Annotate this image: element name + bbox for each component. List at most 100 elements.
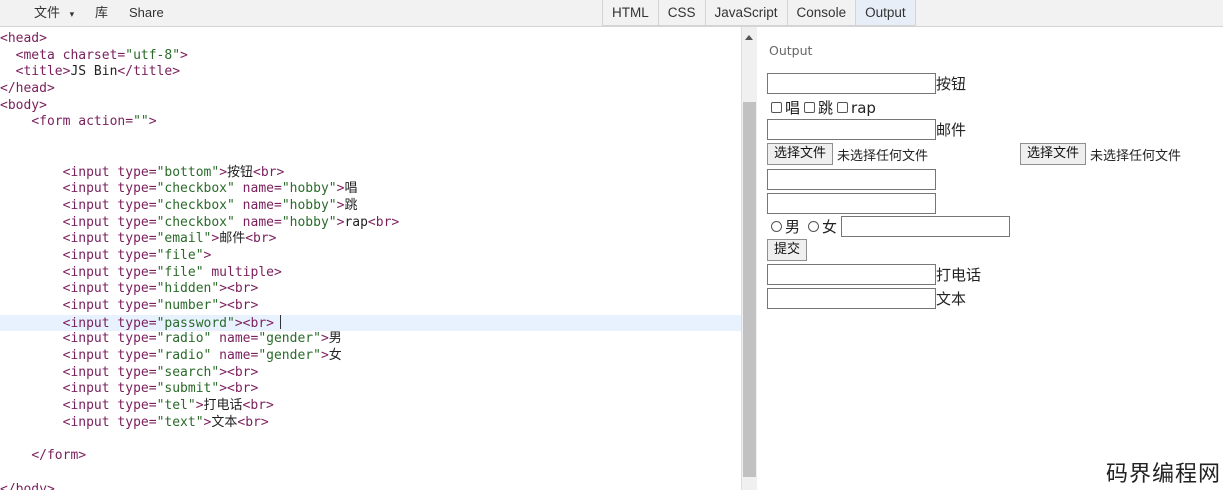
search-input[interactable] [841,216,1011,237]
code-line[interactable]: <input type="radio" name="gender">男 [0,331,741,348]
code-token: > [320,348,329,364]
code-token: <br> [227,298,259,313]
code-line[interactable]: <body> [0,98,741,115]
code-token: "file" [156,247,204,263]
code-line[interactable]: <form action=""> [0,114,741,131]
code-line[interactable]: <input type="checkbox" name="hobby">跳 [0,198,741,215]
email-field[interactable] [767,119,936,140]
tab-console[interactable]: Console [787,0,857,26]
code-token: 邮件 [219,231,246,247]
tel-field[interactable] [767,264,936,285]
email-row: 邮件 [767,119,966,140]
code-line[interactable]: <input type="text">文本<br> [0,415,741,432]
code-line[interactable]: <input type="hidden"><br> [0,281,741,298]
share-menu[interactable]: Share [129,0,164,26]
code-token: <br> [245,231,277,247]
code-line[interactable]: <input type="bottom">按钮<br> [0,165,741,182]
text-field[interactable] [767,288,936,309]
submit-row: 提交 [767,239,808,261]
code-line[interactable]: <input type="radio" name="gender">女 [0,348,741,365]
choose-file-button[interactable]: 选择文件 [767,143,834,165]
code-token: "checkbox" [156,197,235,213]
library-menu[interactable]: 库 [95,0,108,26]
checkbox-jump[interactable] [804,102,816,113]
submit-button[interactable]: 提交 [767,239,808,261]
checkbox-rap[interactable] [837,102,849,113]
code-line[interactable]: <head> [0,31,741,48]
toolbar: 文件 ▾ 库 Share HTML CSS JavaScript Console… [0,0,1223,27]
file-menu[interactable]: 文件 ▾ [34,0,74,26]
tab-html[interactable]: HTML [602,0,659,26]
code-token: rap [344,214,368,230]
bottom-input-row: 按钮 [767,73,966,94]
code-token: type= [117,398,157,414]
email-label: 邮件 [936,121,967,139]
code-token: type= [117,364,157,380]
password-row [767,193,936,214]
code-token: type= [117,264,157,280]
code-token: type= [117,348,157,364]
code-token: name= [234,181,282,197]
radio-male[interactable] [771,221,782,232]
code-line[interactable]: <title>JS Bin</title> [0,64,741,81]
code-token: "number" [156,298,220,313]
number-field[interactable] [767,169,936,190]
code-line[interactable]: <input type="file" multiple> [0,265,741,282]
scroll-up-arrow-icon[interactable] [745,35,753,40]
code-token: <br> [242,315,274,331]
editor-scrollbar[interactable] [741,27,757,490]
code-line[interactable] [0,148,741,165]
code-token: "checkbox" [156,181,235,197]
code-line[interactable] [0,432,741,449]
scroll-thumb[interactable] [743,102,756,477]
code-line[interactable]: <input type="file"> [0,248,741,265]
code-line[interactable] [0,131,741,148]
code-token: > [219,281,228,297]
code-line[interactable]: <input type="checkbox" name="hobby">rap<… [0,215,741,232]
tab-javascript[interactable]: JavaScript [705,0,788,26]
code-line[interactable]: <meta charset="utf-8"> [0,48,741,65]
code-token: <br> [227,364,259,380]
code-token: "email" [156,231,212,247]
code-line[interactable]: </head> [0,81,741,98]
password-field[interactable] [767,193,936,214]
code-token: <head> [0,31,47,46]
bottom-input[interactable] [767,73,936,94]
code-token: type= [117,214,157,230]
code-token: <input [62,348,118,364]
code-line[interactable] [0,465,741,482]
code-area[interactable]: <head> <meta charset="utf-8"> <title>JS … [0,31,741,490]
tab-output[interactable]: Output [856,0,916,26]
radio-female-label: 女 [822,218,838,236]
code-token: <input [62,298,118,313]
text-label: 文本 [936,290,967,308]
code-line[interactable]: <input type="email">邮件<br> [0,231,741,248]
code-line[interactable]: <input type="search"><br> [0,365,741,382]
text-cursor [279,314,281,329]
html-editor[interactable]: <head> <meta charset="utf-8"> <title>JS … [0,27,741,490]
code-line[interactable]: <input type="number"><br> [0,298,741,315]
code-line[interactable]: <input type="tel">打电话<br> [0,398,741,415]
code-line[interactable]: </form> [0,448,741,465]
code-line[interactable]: <input type="submit"><br> [0,381,741,398]
chevron-down-icon: ▾ [69,9,75,19]
code-line[interactable]: <input type="password"><br> [0,314,741,332]
code-token: type= [117,197,157,213]
radio-female[interactable] [808,221,820,232]
code-token: type= [117,247,157,263]
code-line[interactable]: </body> [0,482,741,490]
choose-files-button[interactable]: 选择文件 [1020,143,1087,165]
code-line[interactable]: <input type="checkbox" name="hobby">唱 [0,181,741,198]
checkbox-sing[interactable] [771,102,782,113]
output-panel: Output 按钮 唱 跳 rap 邮件 选择文件 未选择任何文件 选择文件 未… [757,27,1223,490]
code-token: > [180,47,188,63]
code-token: 女 [328,348,342,364]
tab-css[interactable]: CSS [658,0,706,26]
